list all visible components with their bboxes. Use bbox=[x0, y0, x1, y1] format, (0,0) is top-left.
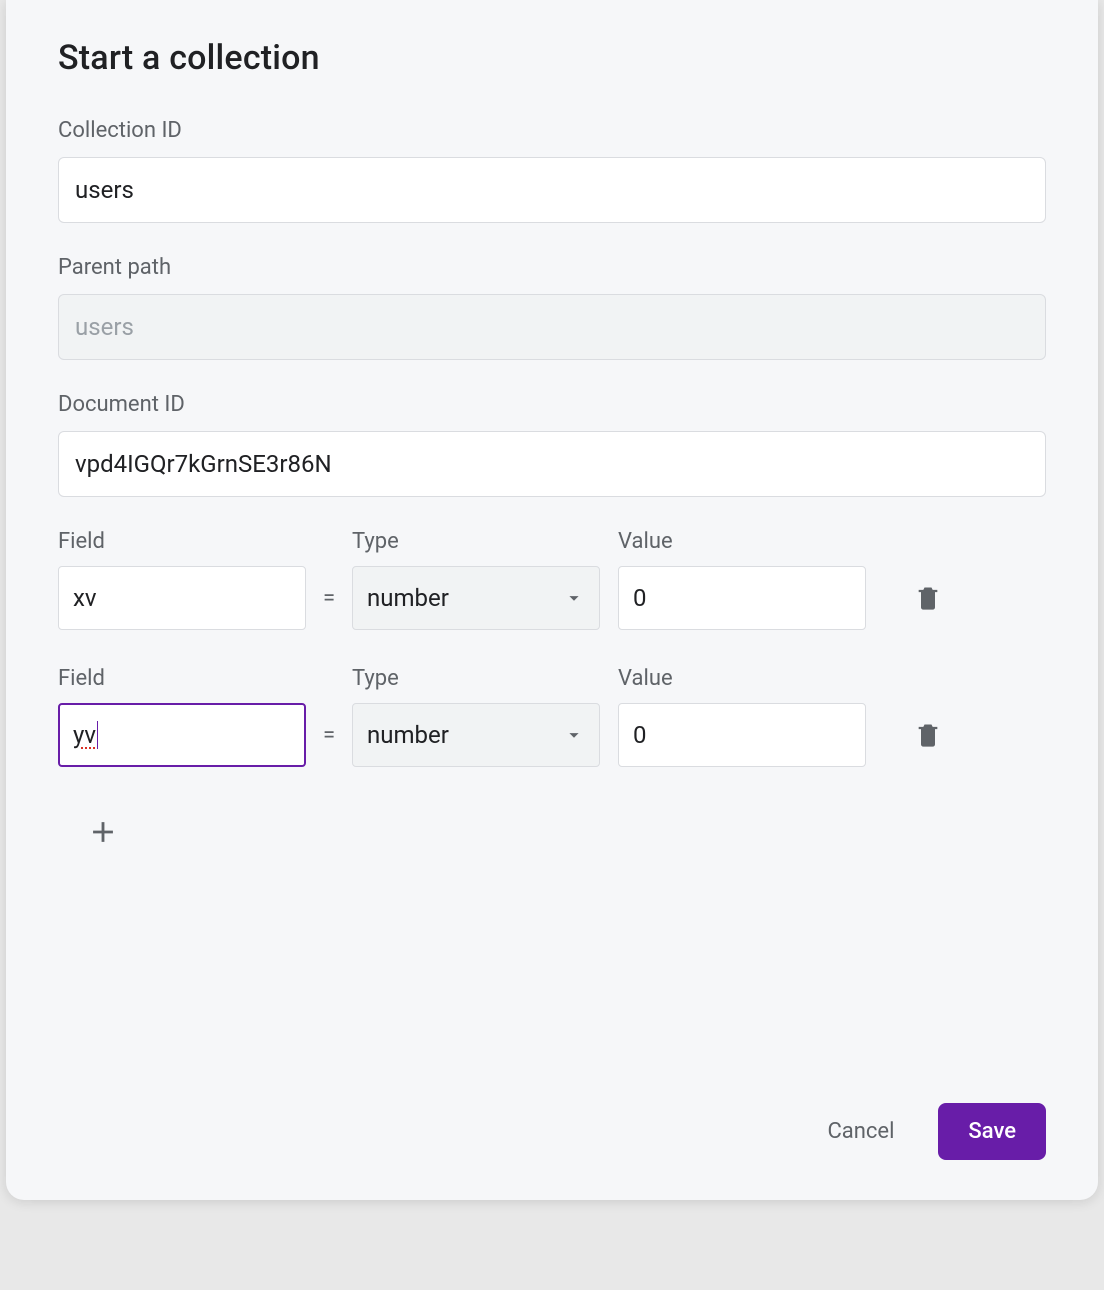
trash-icon bbox=[914, 721, 942, 749]
dialog-title: Start a collection bbox=[58, 38, 1046, 78]
equals-sign: = bbox=[306, 586, 352, 611]
field-row: Field Type Value = number bbox=[58, 529, 1046, 630]
field-value-input[interactable] bbox=[618, 566, 866, 630]
field-type-value: number bbox=[367, 584, 449, 612]
start-collection-dialog: Start a collection Collection ID Parent … bbox=[6, 0, 1098, 1200]
field-row: Field Type Value yv = number bbox=[58, 666, 1046, 767]
add-field-button[interactable] bbox=[76, 805, 130, 859]
field-value-input[interactable] bbox=[618, 703, 866, 767]
equals-sign: = bbox=[306, 723, 352, 748]
save-button[interactable]: Save bbox=[938, 1103, 1046, 1160]
collection-id-input[interactable] bbox=[58, 157, 1046, 223]
field-name-input[interactable] bbox=[58, 566, 306, 630]
field-name-input[interactable]: yv bbox=[58, 703, 306, 767]
dialog-actions: Cancel Save bbox=[821, 1103, 1046, 1160]
type-header: Type bbox=[352, 529, 399, 554]
parent-path-group: Parent path bbox=[58, 255, 1046, 360]
text-caret bbox=[97, 721, 98, 749]
value-header: Value bbox=[618, 666, 673, 691]
type-header: Type bbox=[352, 666, 399, 691]
value-header: Value bbox=[618, 529, 673, 554]
parent-path-input bbox=[58, 294, 1046, 360]
chevron-down-icon bbox=[563, 724, 585, 746]
collection-id-label: Collection ID bbox=[58, 118, 1046, 143]
field-header: Field bbox=[58, 666, 105, 691]
trash-icon bbox=[914, 584, 942, 612]
parent-path-label: Parent path bbox=[58, 255, 1046, 280]
field-type-select[interactable]: number bbox=[352, 566, 600, 630]
cancel-button[interactable]: Cancel bbox=[821, 1111, 900, 1152]
delete-field-button[interactable] bbox=[906, 713, 950, 757]
field-type-select[interactable]: number bbox=[352, 703, 600, 767]
field-name-text: yv bbox=[73, 721, 96, 749]
field-header: Field bbox=[58, 529, 105, 554]
document-id-label: Document ID bbox=[58, 392, 1046, 417]
document-id-input[interactable] bbox=[58, 431, 1046, 497]
fields-area: Field Type Value = number bbox=[58, 529, 1046, 859]
chevron-down-icon bbox=[563, 587, 585, 609]
collection-id-group: Collection ID bbox=[58, 118, 1046, 223]
plus-icon bbox=[86, 815, 120, 849]
field-type-value: number bbox=[367, 721, 449, 749]
delete-field-button[interactable] bbox=[906, 576, 950, 620]
document-id-group: Document ID bbox=[58, 392, 1046, 497]
